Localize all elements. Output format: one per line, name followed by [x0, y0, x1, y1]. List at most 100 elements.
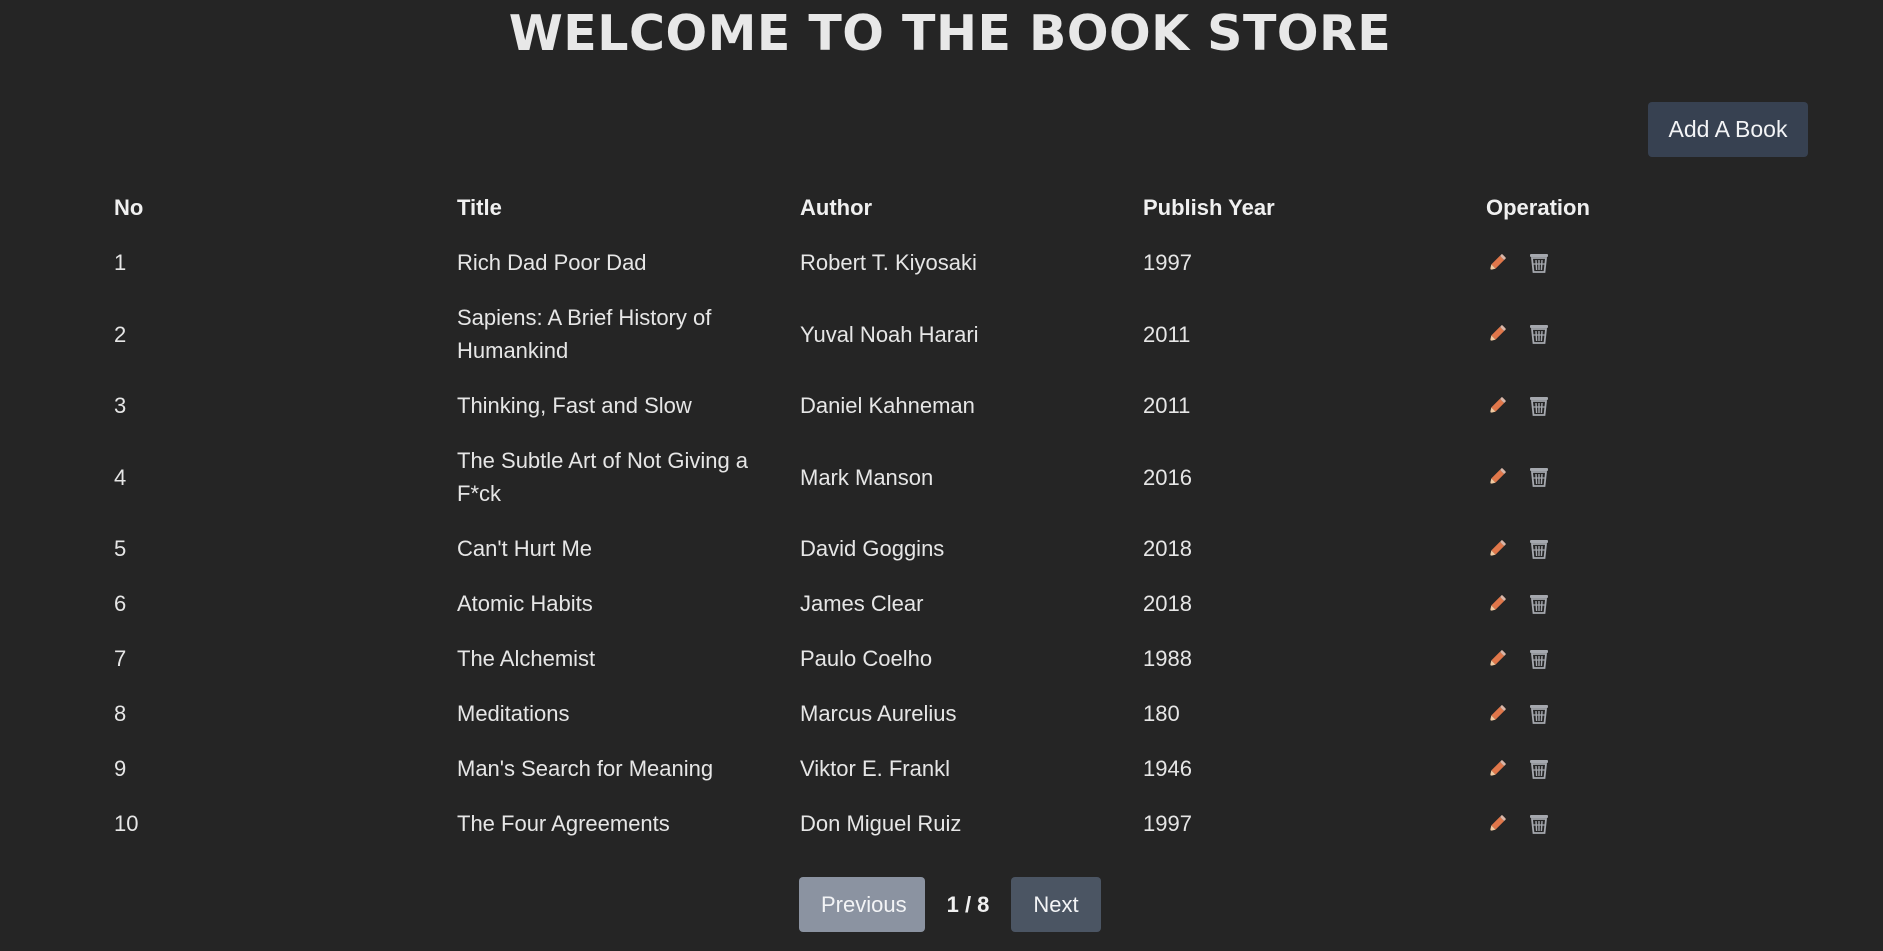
cell-title: Thinking, Fast and Slow	[457, 393, 692, 418]
cell-author: Robert T. Kiyosaki	[800, 250, 977, 275]
row-operations	[1486, 703, 1829, 725]
pagination: Previous 1 / 8 Next	[799, 877, 1101, 932]
wastebasket-icon[interactable]	[1528, 323, 1550, 345]
cell-operation	[1486, 576, 1829, 631]
cell-author: Mark Manson	[800, 464, 934, 490]
pencil-icon[interactable]	[1486, 758, 1508, 780]
table-row: 2 Sapiens: A Brief History of Humankind Yu…	[114, 290, 1829, 378]
cell-no: 4	[114, 464, 127, 490]
cell-publish-year: 1997	[1143, 250, 1192, 275]
cell-title: Sapiens: A Brief History of Humankind	[457, 305, 712, 363]
table-row: 3 Thinking, Fast and Slow Daniel Kahneman 2…	[114, 378, 1829, 433]
wastebasket-icon[interactable]	[1528, 813, 1550, 835]
table-body: 1 Rich Dad Poor Dad Robert T. Kiyosaki 1997…	[114, 235, 1829, 851]
wastebasket-icon[interactable]	[1528, 703, 1550, 725]
cell-publish-year: 1946	[1143, 756, 1192, 781]
wastebasket-icon[interactable]	[1528, 593, 1550, 615]
cell-author: James Clear	[800, 591, 924, 616]
cell-title: The Alchemist	[457, 646, 596, 671]
cell-operation	[1486, 741, 1829, 796]
row-operations	[1486, 593, 1829, 615]
cell-no: 10	[114, 811, 139, 836]
cell-author: Daniel Kahneman	[800, 393, 975, 418]
pencil-icon[interactable]	[1486, 323, 1508, 345]
cell-author: Yuval Noah Harari	[800, 321, 979, 347]
wastebasket-icon[interactable]	[1528, 395, 1550, 417]
row-operations	[1486, 813, 1829, 835]
wastebasket-icon[interactable]	[1528, 758, 1550, 780]
table-row: 8 Meditations Marcus Aurelius 180	[114, 686, 1829, 741]
cell-publish-year: 1988	[1143, 646, 1192, 671]
cell-title: The Subtle Art of Not Giving a F*ck	[457, 448, 749, 506]
wastebasket-icon[interactable]	[1528, 648, 1550, 670]
table-header-row: No Title Author Publish Year Operation	[114, 180, 1829, 235]
cell-publish-year: 180	[1143, 701, 1180, 726]
cell-title: Meditations	[457, 701, 570, 726]
cell-no: 7	[114, 646, 127, 671]
cell-publish-year: 2018	[1143, 536, 1192, 561]
cell-title: Rich Dad Poor Dad	[457, 250, 647, 275]
column-header-operation: Operation	[1486, 195, 1590, 220]
pencil-icon[interactable]	[1486, 648, 1508, 670]
pencil-icon[interactable]	[1486, 252, 1508, 274]
cell-no: 5	[114, 536, 127, 561]
cell-title: Atomic Habits	[457, 591, 593, 616]
cell-author: Viktor E. Frankl	[800, 756, 950, 781]
table-row: 6 Atomic Habits James Clear 2018	[114, 576, 1829, 631]
cell-operation	[1486, 686, 1829, 741]
pencil-icon[interactable]	[1486, 813, 1508, 835]
cell-no: 8	[114, 701, 127, 726]
row-operations	[1486, 758, 1829, 780]
row-operations	[1486, 466, 1829, 488]
book-store-page: WELCOME TO THE BOOK STORE Add A Book No …	[0, 0, 1883, 951]
page-indicator: 1 / 8	[946, 891, 990, 917]
cell-operation	[1486, 521, 1829, 576]
cell-operation	[1486, 796, 1829, 851]
cell-title: The Four Agreements	[457, 811, 670, 836]
table-row: 4 The Subtle Art of Not Giving a F*ck Mark…	[114, 433, 1829, 521]
cell-title: Can't Hurt Me	[457, 536, 593, 561]
cell-author: Paulo Coelho	[800, 646, 933, 671]
row-operations	[1486, 395, 1829, 417]
cell-operation	[1486, 631, 1829, 686]
pencil-icon[interactable]	[1486, 466, 1508, 488]
column-header-publish-year: Publish Year	[1143, 195, 1275, 220]
cell-author: Marcus Aurelius	[800, 701, 957, 726]
add-book-button[interactable]: Add A Book	[1648, 102, 1808, 157]
table-row: 9 Man's Search for Meaning Viktor E. Frank…	[114, 741, 1829, 796]
wastebasket-icon[interactable]	[1528, 466, 1550, 488]
column-header-author: Author	[800, 195, 873, 220]
column-header-title: Title	[457, 195, 502, 220]
cell-publish-year: 2011	[1143, 393, 1191, 418]
wastebasket-icon[interactable]	[1528, 538, 1550, 560]
row-operations	[1486, 323, 1829, 345]
wastebasket-icon[interactable]	[1528, 252, 1550, 274]
table-row: 1 Rich Dad Poor Dad Robert T. Kiyosaki 1997	[114, 235, 1829, 290]
cell-no: 6	[114, 591, 127, 616]
cell-author: David Goggins	[800, 536, 945, 561]
cell-operation	[1486, 235, 1829, 290]
cell-publish-year: 2011	[1143, 321, 1191, 347]
pencil-icon[interactable]	[1486, 395, 1508, 417]
row-operations	[1486, 648, 1829, 670]
page-title: WELCOME TO THE BOOK STORE	[508, 5, 1392, 62]
table-row: 7 The Alchemist Paulo Coelho 1988	[114, 631, 1829, 686]
cell-operation	[1486, 378, 1829, 433]
table-row: 10 The Four Agreements Don Miguel Ruiz 1997	[114, 796, 1829, 851]
books-table: No Title Author Publish Year Operation 1…	[114, 180, 1829, 851]
row-operations	[1486, 252, 1829, 274]
cell-operation	[1486, 433, 1829, 521]
pencil-icon[interactable]	[1486, 538, 1508, 560]
cell-author: Don Miguel Ruiz	[800, 811, 962, 836]
cell-no: 1	[114, 250, 127, 275]
cell-no: 9	[114, 756, 127, 781]
table-row: 5 Can't Hurt Me David Goggins 2018	[114, 521, 1829, 576]
previous-button[interactable]: Previous	[799, 877, 925, 932]
cell-publish-year: 2018	[1143, 591, 1192, 616]
next-button[interactable]: Next	[1011, 877, 1101, 932]
pencil-icon[interactable]	[1486, 593, 1508, 615]
cell-no: 3	[114, 393, 127, 418]
cell-title: Man's Search for Meaning	[457, 756, 714, 781]
cell-no: 2	[114, 321, 127, 347]
pencil-icon[interactable]	[1486, 703, 1508, 725]
